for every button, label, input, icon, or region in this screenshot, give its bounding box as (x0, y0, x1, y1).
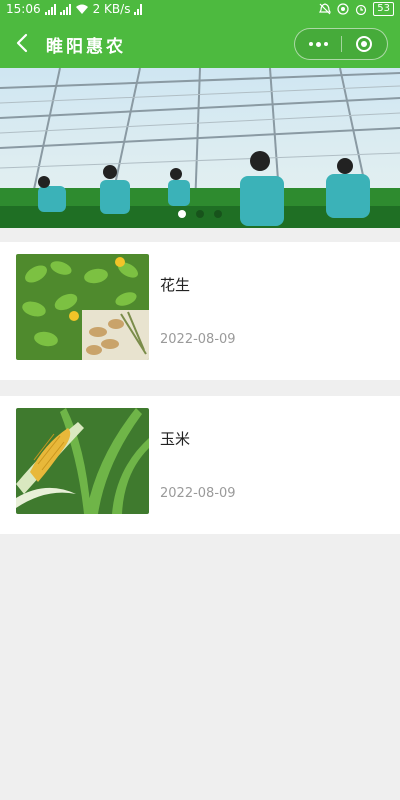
back-arrow-icon[interactable] (12, 32, 34, 54)
status-time: 15:06 (6, 2, 41, 16)
corn-thumbnail (16, 408, 149, 514)
close-circle-icon (356, 36, 372, 52)
list-item[interactable]: 花生 2022-08-09 (0, 242, 400, 380)
peanut-thumbnail (16, 254, 149, 360)
signal-icon (44, 3, 56, 15)
item-title: 花生 (160, 276, 191, 294)
item-title: 玉米 (160, 430, 191, 448)
network-speed: 2 KB/s (92, 2, 131, 16)
signal-icon (134, 3, 143, 15)
signal-icon (59, 3, 71, 15)
peanut-image (16, 254, 149, 360)
carousel-dot[interactable] (196, 210, 204, 218)
item-date: 2022-08-09 (160, 332, 236, 347)
alarm-icon (356, 4, 367, 15)
miniprogram-capsule (294, 28, 388, 60)
carousel-indicator (0, 210, 400, 218)
carousel-dot[interactable] (214, 210, 222, 218)
battery-indicator: 53 (373, 2, 394, 16)
carousel-dot[interactable] (178, 210, 186, 218)
more-options-button[interactable] (295, 29, 341, 59)
list-item[interactable]: 玉米 2022-08-09 (0, 396, 400, 534)
corn-image (16, 408, 149, 514)
bell-off-icon (319, 3, 332, 15)
page-title: 睢阳惠农 (46, 37, 126, 57)
wifi-icon (75, 4, 88, 14)
banner-carousel[interactable] (0, 68, 400, 228)
item-date: 2022-08-09 (160, 486, 236, 501)
close-miniprogram-button[interactable] (341, 29, 387, 59)
headset-icon (337, 3, 349, 15)
status-bar: 15:06 2 KB/s 53 (0, 0, 400, 20)
greenhouse-banner-image (0, 68, 400, 228)
navigation-bar: 睢阳惠农 (0, 20, 400, 68)
